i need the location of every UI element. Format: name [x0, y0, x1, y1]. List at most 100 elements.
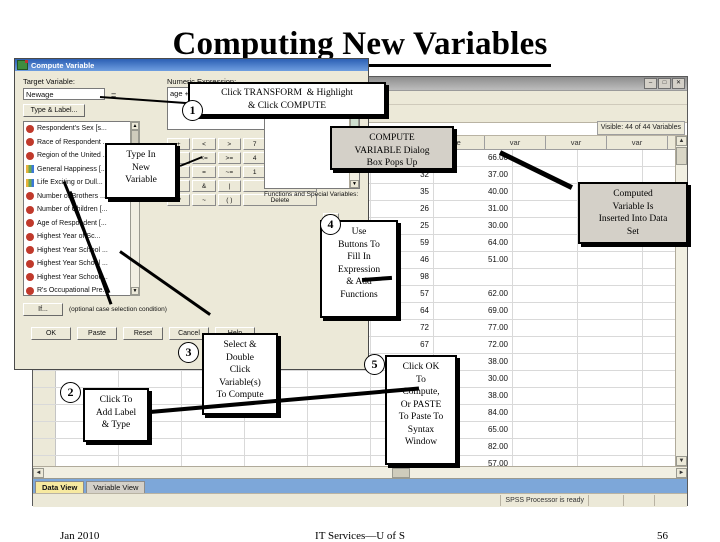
table-cell[interactable] — [513, 439, 578, 455]
table-cell[interactable] — [513, 405, 578, 421]
view-tabs[interactable]: Data View Variable View — [33, 478, 687, 493]
functions-scroll-down-icon[interactable]: ▼ — [350, 180, 359, 188]
paste-button[interactable]: Paste — [77, 327, 117, 340]
key-or[interactable]: | — [217, 180, 241, 192]
reset-button[interactable]: Reset — [123, 327, 163, 340]
target-variable-input[interactable]: Newage — [23, 88, 105, 100]
key-not[interactable]: ~ — [192, 194, 216, 206]
table-cell[interactable] — [513, 252, 578, 268]
table-row[interactable]: 5257.00 — [33, 456, 687, 466]
key-gte[interactable]: >= — [217, 152, 241, 164]
list-item[interactable]: Number of Children [... — [24, 203, 139, 217]
table-cell[interactable] — [56, 456, 119, 466]
table-cell[interactable] — [308, 422, 371, 438]
table-cell[interactable] — [513, 354, 578, 370]
table-cell[interactable] — [119, 456, 182, 466]
vertical-scroll-thumb[interactable] — [676, 147, 687, 165]
table-cell[interactable] — [513, 235, 578, 251]
table-cell[interactable]: 26 — [371, 201, 434, 217]
close-icon[interactable]: ✕ — [672, 78, 685, 89]
table-cell[interactable]: 69.00 — [434, 303, 513, 319]
table-cell[interactable] — [513, 201, 578, 217]
table-cell[interactable] — [513, 218, 578, 234]
table-cell[interactable] — [513, 388, 578, 404]
table-cell[interactable]: 35 — [371, 184, 434, 200]
table-cell[interactable]: 40.00 — [434, 184, 513, 200]
grid-horizontal-scrollbar[interactable]: ◄ ► — [33, 466, 687, 478]
tab-variable-view[interactable]: Variable View — [86, 481, 146, 493]
table-cell[interactable] — [578, 252, 643, 268]
table-cell[interactable] — [308, 405, 371, 421]
table-cell[interactable] — [308, 439, 371, 455]
table-cell[interactable] — [578, 422, 643, 438]
list-item[interactable]: Respondent's Sex [s... — [24, 122, 139, 136]
table-cell[interactable] — [513, 456, 578, 466]
table-cell[interactable]: 31.00 — [434, 201, 513, 217]
table-cell[interactable] — [245, 422, 308, 438]
minimize-icon[interactable]: – — [644, 78, 657, 89]
table-cell[interactable] — [578, 150, 643, 166]
list-item[interactable]: Highest Year of Sc... — [24, 230, 139, 244]
scroll-right-icon[interactable]: ► — [676, 467, 687, 478]
ok-button[interactable]: OK — [31, 327, 71, 340]
table-cell[interactable] — [578, 456, 643, 466]
table-cell[interactable] — [119, 371, 182, 387]
key-and[interactable]: & — [192, 180, 216, 192]
table-cell[interactable]: 72.00 — [434, 337, 513, 353]
table-cell[interactable] — [513, 286, 578, 302]
key-parens[interactable]: ( ) — [217, 194, 241, 206]
table-cell[interactable] — [513, 320, 578, 336]
list-item[interactable]: Highest Year School ... — [24, 271, 139, 285]
varlist-scroll-up-icon[interactable]: ▲ — [131, 122, 139, 130]
table-cell[interactable] — [513, 337, 578, 353]
table-cell[interactable] — [513, 303, 578, 319]
table-cell[interactable] — [182, 422, 245, 438]
table-row[interactable]: 2530.00 — [33, 371, 687, 388]
table-cell[interactable] — [578, 320, 643, 336]
key-equals[interactable]: = — [192, 166, 216, 178]
table-cell[interactable] — [513, 422, 578, 438]
key-4[interactable]: 4 — [243, 152, 267, 164]
table-cell[interactable]: 77.00 — [434, 320, 513, 336]
table-cell[interactable] — [578, 388, 643, 404]
table-cell[interactable] — [513, 371, 578, 387]
table-cell[interactable] — [578, 286, 643, 302]
column-header-var-1[interactable]: var — [485, 136, 546, 149]
type-and-label-button[interactable]: Type & Label... — [23, 104, 85, 117]
list-item[interactable]: R's Occupational Pre... — [24, 284, 139, 295]
table-cell[interactable] — [513, 269, 578, 285]
table-cell[interactable] — [434, 269, 513, 285]
maximize-icon[interactable]: □ — [658, 78, 671, 89]
scroll-down-icon[interactable]: ▼ — [676, 456, 687, 466]
table-cell[interactable]: 30.00 — [434, 218, 513, 234]
key-1[interactable]: 1 — [243, 166, 267, 178]
table-cell[interactable]: 67 — [371, 337, 434, 353]
key-7[interactable]: 7 — [243, 138, 267, 150]
table-cell[interactable] — [578, 167, 643, 183]
table-cell[interactable] — [308, 371, 371, 387]
column-header-var-2[interactable]: var — [546, 136, 607, 149]
table-cell[interactable] — [578, 354, 643, 370]
if-button[interactable]: If... — [23, 303, 63, 316]
window-controls[interactable]: – □ ✕ — [644, 78, 685, 89]
table-cell[interactable] — [578, 405, 643, 421]
table-cell[interactable] — [182, 439, 245, 455]
table-cell[interactable]: 72 — [371, 320, 434, 336]
list-item[interactable]: Highest Year School ... — [24, 257, 139, 271]
table-cell[interactable]: 64.00 — [434, 235, 513, 251]
table-cell[interactable]: 51.00 — [434, 252, 513, 268]
column-header-var-3[interactable]: var — [607, 136, 668, 149]
table-cell[interactable] — [182, 456, 245, 466]
scroll-up-icon[interactable]: ▲ — [676, 136, 687, 146]
horizontal-scroll-thumb[interactable] — [391, 467, 410, 478]
table-cell[interactable] — [308, 456, 371, 466]
scroll-left-icon[interactable]: ◄ — [33, 467, 44, 478]
table-cell[interactable] — [578, 269, 643, 285]
table-cell[interactable]: 62.00 — [434, 286, 513, 302]
key-lt[interactable]: < — [192, 138, 216, 150]
table-cell[interactable] — [578, 439, 643, 455]
table-cell[interactable] — [578, 371, 643, 387]
varlist-scroll-down-icon[interactable]: ▼ — [131, 287, 139, 295]
horizontal-scroll-track[interactable] — [44, 467, 676, 478]
key-gt[interactable]: > — [217, 138, 241, 150]
